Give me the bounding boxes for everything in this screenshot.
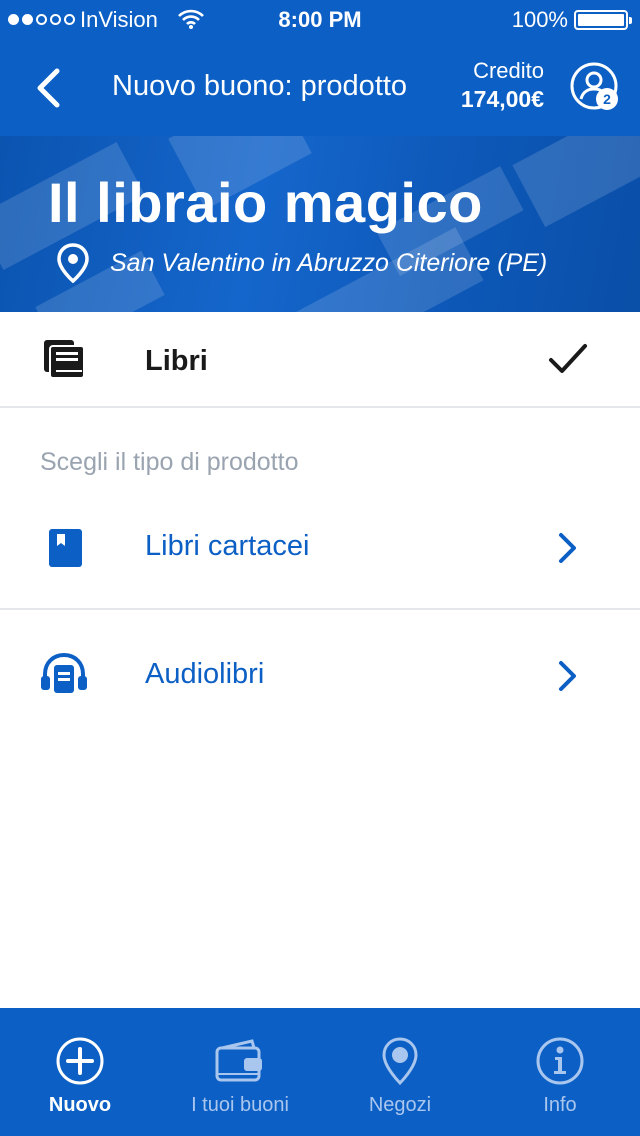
- chevron-right-icon: [559, 533, 576, 563]
- option-libri-cartacei[interactable]: Libri cartacei: [0, 496, 640, 598]
- option-label: Libri cartacei: [145, 530, 310, 562]
- profile-icon: 2: [570, 62, 618, 110]
- tab-label: Info: [543, 1094, 577, 1116]
- checkmark-icon: [549, 344, 587, 373]
- shop-address: San Valentino in Abruzzo Citeriore (PE): [110, 248, 548, 277]
- tab-bar: Nuovo I tuoi buoni Negozi Info: [0, 1008, 640, 1136]
- tab-negozi[interactable]: Negozi: [320, 1008, 480, 1136]
- credit-value: 174,00€: [460, 86, 544, 112]
- tab-info[interactable]: Info: [480, 1008, 640, 1136]
- battery-icon: [574, 10, 632, 30]
- battery-percentage: 100%: [511, 7, 568, 32]
- shop-location: San Valentino in Abruzzo Citeriore (PE): [56, 242, 547, 284]
- chevron-left-icon: [37, 68, 60, 108]
- tab-nuovo[interactable]: Nuovo: [0, 1008, 160, 1136]
- audiobook-icon: [41, 652, 87, 693]
- credit-label: Credito: [473, 58, 544, 83]
- chevron-right-icon: [559, 661, 576, 691]
- section-header: Scegli il tipo di prodotto: [40, 448, 299, 476]
- profile-badge: 2: [603, 91, 611, 107]
- category-row-libri[interactable]: Libri: [0, 312, 640, 408]
- divider: [0, 608, 640, 610]
- navigation-bar: Nuovo buono: prodotto Credito 174,00€ 2: [0, 40, 640, 136]
- credit-display: Credito 174,00€: [461, 58, 544, 113]
- plus-circle-icon: [56, 1037, 104, 1085]
- info-icon: [536, 1037, 584, 1085]
- status-bar: InVision 8:00 PM 100%: [0, 0, 640, 40]
- option-audiolibri[interactable]: Audiolibri: [0, 624, 640, 726]
- category-label: Libri: [145, 345, 208, 377]
- map-pin-icon: [57, 243, 89, 284]
- back-button[interactable]: [26, 62, 70, 114]
- books-icon: [44, 340, 85, 379]
- book-icon: [49, 529, 82, 567]
- tab-label: Negozi: [368, 1094, 432, 1116]
- wallet-icon: [215, 1039, 262, 1082]
- tab-label: I tuoi buoni: [191, 1094, 289, 1116]
- tab-i-tuoi-buoni[interactable]: I tuoi buoni: [160, 1008, 320, 1136]
- profile-button[interactable]: 2: [570, 62, 620, 112]
- tab-label: Nuovo: [48, 1094, 112, 1116]
- shop-name: Il libraio magico: [48, 171, 483, 234]
- page-title: Nuovo buono: prodotto: [112, 70, 408, 102]
- map-pin-icon: [382, 1037, 418, 1086]
- shop-header: Il libraio magico San Valentino in Abruz…: [0, 136, 640, 312]
- option-label: Audiolibri: [145, 658, 265, 690]
